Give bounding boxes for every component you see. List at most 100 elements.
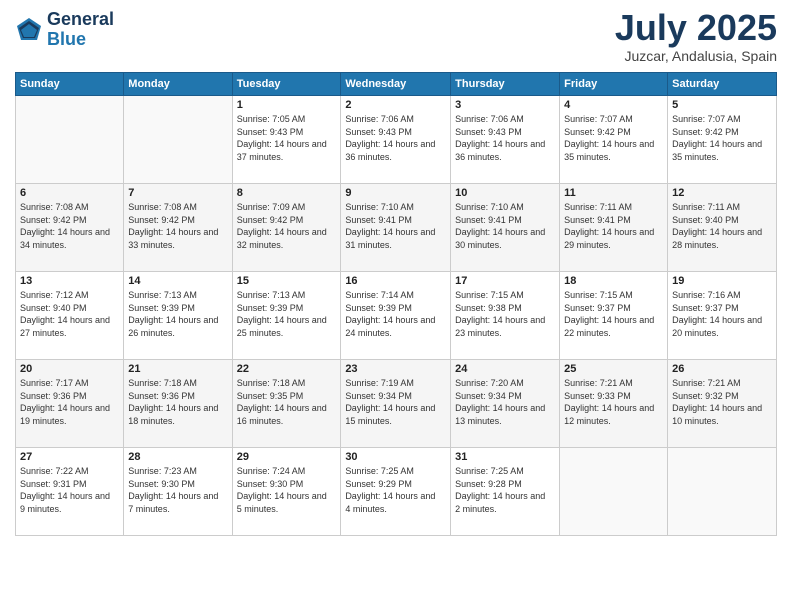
subtitle: Juzcar, Andalusia, Spain <box>615 48 777 64</box>
day-info: Sunrise: 7:10 AMSunset: 9:41 PMDaylight:… <box>345 201 446 251</box>
day-number: 26 <box>672 363 772 375</box>
week-row-5: 27Sunrise: 7:22 AMSunset: 9:31 PMDayligh… <box>16 448 777 536</box>
day-cell: 13 Sunrise: 7:12 AMSunset: 9:40 PMDayligh… <box>16 272 124 360</box>
day-number: 30 <box>345 451 446 463</box>
day-cell: 21 Sunrise: 7:18 AMSunset: 9:36 PMDayligh… <box>124 360 232 448</box>
day-cell: 19 Sunrise: 7:16 AMSunset: 9:37 PMDayligh… <box>668 272 777 360</box>
day-number: 22 <box>237 363 337 375</box>
day-info: Sunrise: 7:07 AMSunset: 9:42 PMDaylight:… <box>672 113 772 163</box>
day-cell: 11Sunrise: 7:11 AMSunset: 9:41 PMDayligh… <box>560 184 668 272</box>
day-number: 6 <box>20 187 119 199</box>
day-header-saturday: Saturday <box>668 73 777 96</box>
day-cell: 16 Sunrise: 7:14 AMSunset: 9:39 PMDayligh… <box>341 272 451 360</box>
title-block: July 2025 Juzcar, Andalusia, Spain <box>615 10 777 64</box>
day-cell: 17Sunrise: 7:15 AMSunset: 9:38 PMDayligh… <box>451 272 560 360</box>
day-info: Sunrise: 7:24 AMSunset: 9:30 PMDaylight:… <box>237 465 337 515</box>
week-row-3: 13 Sunrise: 7:12 AMSunset: 9:40 PMDayligh… <box>16 272 777 360</box>
day-cell: 1 Sunrise: 7:05 AMSunset: 9:43 PMDaylight… <box>232 96 341 184</box>
day-number: 5 <box>672 99 772 111</box>
day-number: 8 <box>237 187 337 199</box>
day-number: 9 <box>345 187 446 199</box>
day-number: 2 <box>345 99 446 111</box>
day-info: Sunrise: 7:13 AMSunset: 9:39 PMDaylight:… <box>237 289 337 339</box>
day-cell: 27Sunrise: 7:22 AMSunset: 9:31 PMDayligh… <box>16 448 124 536</box>
day-info: Sunrise: 7:14 AMSunset: 9:39 PMDaylight:… <box>345 289 446 339</box>
day-cell: 20 Sunrise: 7:17 AMSunset: 9:36 PMDayligh… <box>16 360 124 448</box>
calendar: SundayMondayTuesdayWednesdayThursdayFrid… <box>15 72 777 536</box>
day-info: Sunrise: 7:21 AMSunset: 9:33 PMDaylight:… <box>564 377 663 427</box>
day-cell: 28 Sunrise: 7:23 AMSunset: 9:30 PMDayligh… <box>124 448 232 536</box>
page: General Blue July 2025 Juzcar, Andalusia… <box>0 0 792 612</box>
day-number: 7 <box>128 187 227 199</box>
logo-icon <box>15 16 43 44</box>
day-info: Sunrise: 7:15 AMSunset: 9:37 PMDaylight:… <box>564 289 663 339</box>
day-cell: 25 Sunrise: 7:21 AMSunset: 9:33 PMDayligh… <box>560 360 668 448</box>
day-header-sunday: Sunday <box>16 73 124 96</box>
day-info: Sunrise: 7:10 AMSunset: 9:41 PMDaylight:… <box>455 201 555 251</box>
day-cell: 9 Sunrise: 7:10 AMSunset: 9:41 PMDaylight… <box>341 184 451 272</box>
day-number: 25 <box>564 363 663 375</box>
day-cell: 6 Sunrise: 7:08 AMSunset: 9:42 PMDaylight… <box>16 184 124 272</box>
day-cell: 10Sunrise: 7:10 AMSunset: 9:41 PMDayligh… <box>451 184 560 272</box>
day-info: Sunrise: 7:20 AMSunset: 9:34 PMDaylight:… <box>455 377 555 427</box>
day-number: 13 <box>20 275 119 287</box>
day-info: Sunrise: 7:06 AMSunset: 9:43 PMDaylight:… <box>455 113 555 163</box>
day-cell: 14 Sunrise: 7:13 AMSunset: 9:39 PMDayligh… <box>124 272 232 360</box>
day-number: 29 <box>237 451 337 463</box>
day-info: Sunrise: 7:05 AMSunset: 9:43 PMDaylight:… <box>237 113 337 163</box>
day-info: Sunrise: 7:08 AMSunset: 9:42 PMDaylight:… <box>20 201 119 251</box>
day-number: 28 <box>128 451 227 463</box>
day-info: Sunrise: 7:23 AMSunset: 9:30 PMDaylight:… <box>128 465 227 515</box>
day-info: Sunrise: 7:16 AMSunset: 9:37 PMDaylight:… <box>672 289 772 339</box>
main-title: July 2025 <box>615 10 777 46</box>
day-header-monday: Monday <box>124 73 232 96</box>
day-number: 1 <box>237 99 337 111</box>
day-header-wednesday: Wednesday <box>341 73 451 96</box>
week-row-4: 20 Sunrise: 7:17 AMSunset: 9:36 PMDayligh… <box>16 360 777 448</box>
day-info: Sunrise: 7:25 AMSunset: 9:28 PMDaylight:… <box>455 465 555 515</box>
logo-text: General Blue <box>47 10 114 50</box>
day-cell: 29 Sunrise: 7:24 AMSunset: 9:30 PMDayligh… <box>232 448 341 536</box>
day-number: 21 <box>128 363 227 375</box>
day-info: Sunrise: 7:22 AMSunset: 9:31 PMDaylight:… <box>20 465 119 515</box>
day-cell <box>668 448 777 536</box>
day-cell: 5 Sunrise: 7:07 AMSunset: 9:42 PMDaylight… <box>668 96 777 184</box>
day-cell: 2 Sunrise: 7:06 AMSunset: 9:43 PMDaylight… <box>341 96 451 184</box>
day-number: 14 <box>128 275 227 287</box>
calendar-header-row: SundayMondayTuesdayWednesdayThursdayFrid… <box>16 73 777 96</box>
day-number: 31 <box>455 451 555 463</box>
day-number: 18 <box>564 275 663 287</box>
day-info: Sunrise: 7:12 AMSunset: 9:40 PMDaylight:… <box>20 289 119 339</box>
day-cell: 31 Sunrise: 7:25 AMSunset: 9:28 PMDayligh… <box>451 448 560 536</box>
day-number: 20 <box>20 363 119 375</box>
day-cell: 26 Sunrise: 7:21 AMSunset: 9:32 PMDayligh… <box>668 360 777 448</box>
day-number: 15 <box>237 275 337 287</box>
day-cell: 8Sunrise: 7:09 AMSunset: 9:42 PMDaylight… <box>232 184 341 272</box>
day-cell: 18 Sunrise: 7:15 AMSunset: 9:37 PMDayligh… <box>560 272 668 360</box>
logo: General Blue <box>15 10 114 50</box>
day-cell: 4Sunrise: 7:07 AMSunset: 9:42 PMDaylight… <box>560 96 668 184</box>
day-cell: 24Sunrise: 7:20 AMSunset: 9:34 PMDayligh… <box>451 360 560 448</box>
day-cell: 23Sunrise: 7:19 AMSunset: 9:34 PMDayligh… <box>341 360 451 448</box>
day-cell: 7Sunrise: 7:08 AMSunset: 9:42 PMDaylight… <box>124 184 232 272</box>
day-cell: 30 Sunrise: 7:25 AMSunset: 9:29 PMDayligh… <box>341 448 451 536</box>
day-cell: 12Sunrise: 7:11 AMSunset: 9:40 PMDayligh… <box>668 184 777 272</box>
day-info: Sunrise: 7:18 AMSunset: 9:35 PMDaylight:… <box>237 377 337 427</box>
day-header-friday: Friday <box>560 73 668 96</box>
day-info: Sunrise: 7:25 AMSunset: 9:29 PMDaylight:… <box>345 465 446 515</box>
day-info: Sunrise: 7:13 AMSunset: 9:39 PMDaylight:… <box>128 289 227 339</box>
day-number: 19 <box>672 275 772 287</box>
day-number: 12 <box>672 187 772 199</box>
day-cell: 3Sunrise: 7:06 AMSunset: 9:43 PMDaylight… <box>451 96 560 184</box>
day-number: 17 <box>455 275 555 287</box>
day-info: Sunrise: 7:06 AMSunset: 9:43 PMDaylight:… <box>345 113 446 163</box>
day-info: Sunrise: 7:21 AMSunset: 9:32 PMDaylight:… <box>672 377 772 427</box>
week-row-1: 1 Sunrise: 7:05 AMSunset: 9:43 PMDaylight… <box>16 96 777 184</box>
day-info: Sunrise: 7:11 AMSunset: 9:41 PMDaylight:… <box>564 201 663 251</box>
day-cell <box>124 96 232 184</box>
day-number: 16 <box>345 275 446 287</box>
day-cell <box>16 96 124 184</box>
day-header-tuesday: Tuesday <box>232 73 341 96</box>
day-info: Sunrise: 7:17 AMSunset: 9:36 PMDaylight:… <box>20 377 119 427</box>
day-info: Sunrise: 7:18 AMSunset: 9:36 PMDaylight:… <box>128 377 227 427</box>
